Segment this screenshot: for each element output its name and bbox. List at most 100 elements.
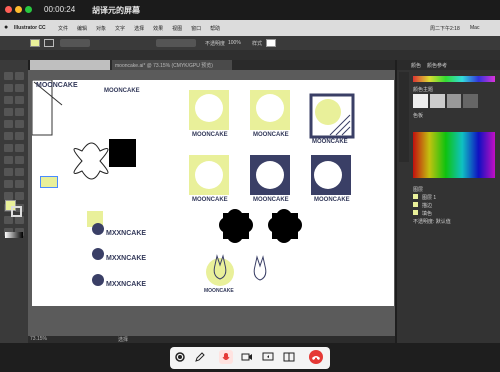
logo-text-gear-1: MOONCAKE	[192, 132, 228, 138]
layer-opacity: 不透明度: 默认值	[413, 219, 451, 225]
layer-row[interactable]: 不透明度: 默认值	[413, 218, 495, 226]
gear-logo-2	[250, 90, 290, 130]
control-bar: 不透明度 100% 样式	[0, 36, 500, 50]
opacity-label: 不透明度	[205, 41, 226, 47]
width-tool-icon[interactable]	[4, 156, 13, 164]
layers-label: 图层	[413, 187, 424, 193]
pen-tool-icon[interactable]	[4, 96, 13, 104]
apple-icon[interactable]: ●	[4, 24, 8, 31]
black-quatrefoil-1	[219, 209, 253, 243]
opacity-value[interactable]: 100%	[228, 40, 241, 46]
navy-gear-logo-2	[311, 155, 351, 195]
menu-item[interactable]: 文件	[58, 25, 68, 32]
panel-icon-strip[interactable]	[399, 72, 409, 162]
swatch[interactable]	[480, 94, 495, 108]
direct-selection-tool-icon[interactable]	[15, 72, 24, 80]
line-tool-icon[interactable]	[15, 108, 24, 116]
layer-name: 描边	[422, 203, 433, 209]
color-bar[interactable]	[413, 76, 495, 82]
type-tool-icon[interactable]	[4, 108, 13, 116]
mic-button[interactable]	[219, 350, 233, 364]
layer-row[interactable]: 图层 1	[413, 194, 495, 202]
menu-item[interactable]: 编辑	[77, 25, 87, 32]
layer-row[interactable]: 填色	[413, 210, 495, 218]
close-window-icon[interactable]	[5, 6, 12, 13]
share-screen-button[interactable]	[261, 350, 275, 364]
minimize-window-icon[interactable]	[15, 6, 22, 13]
alt-logo-text-3: MXXNCAKE	[106, 281, 147, 288]
gear-logo-3	[189, 155, 229, 195]
perspective-grid-tool-icon[interactable]	[15, 168, 24, 176]
maximize-window-icon[interactable]	[25, 6, 32, 13]
logo-text-gear-3: MOONCAKE	[192, 197, 228, 203]
alt-logo-text-2: MXXNCAKE	[106, 255, 147, 262]
layer-row[interactable]: 描边	[413, 202, 495, 210]
style-swatch[interactable]	[266, 39, 276, 47]
eraser-tool-icon[interactable]	[15, 132, 24, 140]
curvature-tool-icon[interactable]	[15, 96, 24, 104]
free-transform-tool-icon[interactable]	[15, 156, 24, 164]
color-spectrum[interactable]	[413, 132, 495, 178]
document-tab-bar: mooncake.ai* @ 73.15% (CMYK/GPU 预览)	[30, 60, 395, 70]
shape-builder-tool-icon[interactable]	[4, 168, 13, 176]
swatch[interactable]	[413, 94, 428, 108]
menu-item[interactable]: 帮助	[210, 25, 220, 32]
lasso-tool-icon[interactable]	[15, 84, 24, 92]
selected-object[interactable]	[40, 176, 58, 188]
right-panels: 颜色 颜色参考 颜色主题 色板 图层 图层 1 描边 填色 不透明度: 默认值	[397, 60, 500, 343]
logo-text-hatched: MOONCAKE	[312, 139, 348, 145]
camera-button[interactable]	[240, 350, 254, 364]
pencil-tool-icon[interactable]	[4, 132, 13, 140]
menu-item[interactable]: 视图	[172, 25, 182, 32]
logo-text-gear-2: MOONCAKE	[253, 132, 289, 138]
navy-gear-logo-1	[250, 155, 290, 195]
rotate-tool-icon[interactable]	[4, 144, 13, 152]
swatch[interactable]	[446, 94, 462, 108]
gradient-tool-icon[interactable]	[15, 180, 24, 188]
variable-width-dropdown[interactable]	[156, 39, 196, 47]
menu-item[interactable]: 选择	[134, 25, 144, 32]
logo-text-navy-2: MOONCAKE	[314, 197, 350, 203]
clover-outline-icon	[73, 142, 109, 180]
end-call-button[interactable]	[309, 350, 323, 364]
menu-item[interactable]: 窗口	[191, 25, 201, 32]
stroke-weight-field[interactable]	[60, 39, 90, 47]
eyedropper-tool-icon[interactable]	[4, 192, 13, 200]
mesh-tool-icon[interactable]	[4, 180, 13, 188]
previous-document-tab[interactable]	[30, 60, 110, 70]
selection-tool-icon[interactable]	[4, 72, 13, 80]
app-name[interactable]: Illustrator CC	[14, 25, 46, 31]
scale-tool-icon[interactable]	[15, 144, 24, 152]
app-menu: 文件 编辑 对象 文字 选择 效果 视图 窗口 帮助	[58, 25, 220, 32]
blend-tool-icon[interactable]	[15, 192, 24, 200]
menu-item[interactable]: 文字	[115, 25, 125, 32]
rectangle-tool-icon[interactable]	[4, 120, 13, 128]
active-document-tab[interactable]: mooncake.ai* @ 73.15% (CMYK/GPU 预览)	[112, 60, 232, 70]
menu-item[interactable]: 对象	[96, 25, 106, 32]
panel-tab-color-guide[interactable]: 颜色参考	[427, 62, 447, 69]
status-bar: 73.15% 选择	[28, 336, 395, 343]
layer-color-icon	[413, 210, 418, 215]
artboard[interactable]: MOONCAKE MOONCAKE MOONCAKE MOONCAKE MOON…	[31, 79, 394, 306]
fill-swatch[interactable]	[30, 39, 40, 47]
zoom-level[interactable]: 73.15%	[30, 336, 47, 342]
swatch[interactable]	[463, 94, 479, 108]
annotate-button[interactable]	[193, 350, 207, 364]
paintbrush-tool-icon[interactable]	[15, 120, 24, 128]
menu-item[interactable]: 效果	[153, 25, 163, 32]
record-button[interactable]	[173, 350, 187, 364]
stroke-swatch[interactable]	[44, 39, 54, 47]
panel-tab-color[interactable]: 颜色	[411, 62, 421, 69]
layout-button[interactable]	[282, 350, 296, 364]
artboard-artwork	[31, 79, 355, 286]
meeting-title: 胡译元的屏幕	[92, 6, 140, 15]
artboard-tool-icon[interactable]	[4, 216, 13, 224]
color-mode-buttons[interactable]	[5, 232, 23, 238]
navy-moon-dot	[92, 223, 104, 235]
magic-wand-tool-icon[interactable]	[4, 84, 13, 92]
search-label[interactable]: Mac	[470, 25, 479, 31]
stroke-color-swatch[interactable]	[11, 206, 22, 217]
slice-tool-icon[interactable]	[15, 216, 24, 224]
swatches-label: 色板	[413, 113, 424, 119]
swatch[interactable]	[429, 94, 445, 108]
